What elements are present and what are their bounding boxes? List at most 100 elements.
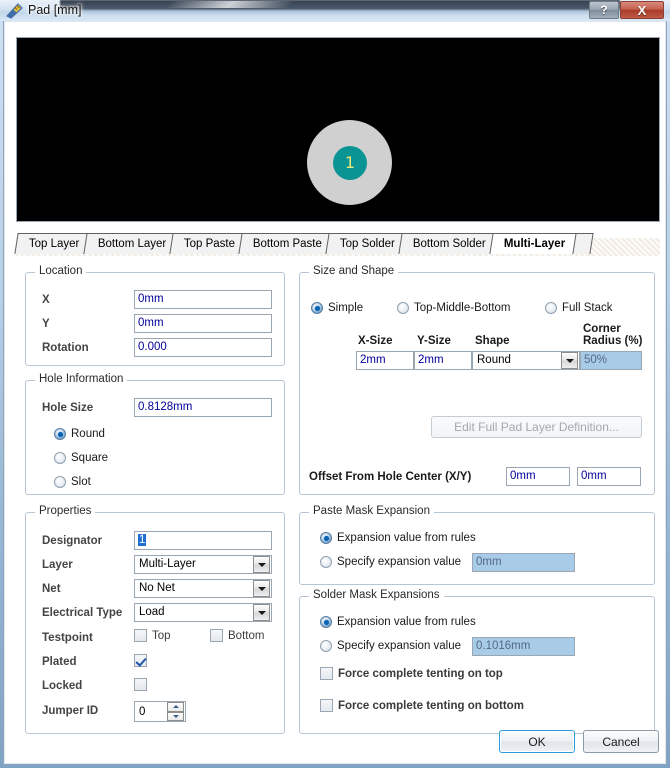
solder-specify-value-radio[interactable]: Specify expansion value xyxy=(320,640,461,652)
hole-shape-square-label: Square xyxy=(71,452,109,464)
corner-radius-column-header-line2: Radius (%) xyxy=(583,335,643,347)
pad-designator-label: 1 xyxy=(344,153,356,172)
solder-specify-value-label: Specify expansion value xyxy=(337,640,462,652)
force-tenting-top-checkbox[interactable]: Force complete tenting on top xyxy=(320,667,503,680)
titlebar-gloss xyxy=(60,0,620,21)
pad-preview[interactable]: 1 xyxy=(16,37,660,222)
paste-from-rules-radio[interactable]: Expansion value from rules xyxy=(320,532,476,544)
radio-dot-icon xyxy=(54,452,66,464)
y-input[interactable]: 0mm xyxy=(134,314,272,333)
radio-dot-icon xyxy=(54,476,66,488)
shape-column-header: Shape xyxy=(475,335,510,347)
chevron-down-icon[interactable] xyxy=(253,604,270,621)
paste-from-rules-label: Expansion value from rules xyxy=(337,532,476,544)
offset-from-hole-center-label: Offset From Hole Center (X/Y) xyxy=(309,471,472,483)
offset-x-input[interactable]: 0mm xyxy=(506,467,570,486)
location-legend: Location xyxy=(35,265,87,277)
electrical-type-select[interactable]: Load xyxy=(134,603,272,622)
x-input[interactable]: 0mm xyxy=(134,290,272,309)
designator-input[interactable]: 1 xyxy=(134,531,272,550)
tab-bottom-solder[interactable]: Bottom Solder xyxy=(398,233,498,254)
radio-dot-icon xyxy=(320,616,332,628)
y-size-input[interactable]: 2mm xyxy=(414,351,472,370)
size-and-shape-group: Size and Shape Simple Top-Middle-Bottom … xyxy=(299,265,655,495)
radio-dot-icon xyxy=(320,640,332,652)
hole-information-group: Hole Information Hole Size 0.8128mm Roun… xyxy=(25,373,285,495)
electrical-type-value: Load xyxy=(139,606,165,618)
tab-label: Bottom Layer xyxy=(97,238,166,250)
shape-value: Round xyxy=(477,354,511,366)
location-group: Location X 0mm Y 0mm Rotation 0.000 xyxy=(25,265,285,366)
layer-select[interactable]: Multi-Layer xyxy=(134,555,272,574)
checkbox-icon xyxy=(210,629,223,642)
dialog-client-area: 1 Top Layer Bottom Layer Top Paste Botto… xyxy=(3,21,667,765)
ok-button[interactable]: OK xyxy=(499,730,575,753)
chevron-down-icon[interactable] xyxy=(253,580,270,597)
solder-from-rules-radio[interactable]: Expansion value from rules xyxy=(320,616,476,628)
stepper-buttons[interactable] xyxy=(167,702,184,721)
hole-shape-round-radio[interactable]: Round xyxy=(54,428,105,440)
cancel-button[interactable]: Cancel xyxy=(583,730,659,753)
pad-ruler-icon xyxy=(6,3,23,19)
corner-radius-column-header-line1: Corner xyxy=(583,323,621,335)
solder-mask-expansions-legend: Solder Mask Expansions xyxy=(309,589,444,601)
radio-dot-icon xyxy=(54,428,66,440)
tab-multi-layer[interactable]: Multi-Layer xyxy=(489,233,577,254)
size-mode-simple-radio[interactable]: Simple xyxy=(311,302,363,314)
chevron-down-icon[interactable] xyxy=(561,352,578,369)
y-label: Y xyxy=(42,318,50,330)
size-and-shape-legend: Size and Shape xyxy=(309,265,399,277)
paste-specify-value-label: Specify expansion value xyxy=(337,556,462,568)
size-mode-top-middle-bottom-radio[interactable]: Top-Middle-Bottom xyxy=(397,302,511,314)
stepper-down-icon[interactable] xyxy=(167,711,184,721)
title-bar: Pad [mm] ? X xyxy=(0,0,670,21)
offset-y-input[interactable]: 0mm xyxy=(577,467,641,486)
checkbox-icon xyxy=(134,654,147,667)
help-button[interactable]: ? xyxy=(589,1,619,19)
paste-expansion-value-input: 0mm xyxy=(472,553,575,572)
paste-mask-expansion-group: Paste Mask Expansion Expansion value fro… xyxy=(299,505,655,585)
x-size-input[interactable]: 2mm xyxy=(356,351,414,370)
net-select[interactable]: No Net xyxy=(134,579,272,598)
layer-label: Layer xyxy=(42,559,73,571)
checkbox-icon xyxy=(134,678,147,691)
hole-size-input[interactable]: 0.8128mm xyxy=(134,398,272,417)
tab-top-solder[interactable]: Top Solder xyxy=(325,233,407,254)
paste-mask-expansion-legend: Paste Mask Expansion xyxy=(309,505,434,517)
testpoint-bottom-checkbox[interactable]: Bottom xyxy=(210,629,264,642)
shape-select[interactable]: Round xyxy=(472,351,580,370)
chevron-down-icon[interactable] xyxy=(253,556,270,573)
tab-bottom-layer[interactable]: Bottom Layer xyxy=(82,233,178,254)
radio-dot-icon xyxy=(320,556,332,568)
force-tenting-bottom-checkbox[interactable]: Force complete tenting on bottom xyxy=(320,699,524,712)
designator-value: 1 xyxy=(138,534,147,546)
paste-specify-value-radio[interactable]: Specify expansion value xyxy=(320,556,461,568)
tab-label: Top Paste xyxy=(183,238,235,250)
size-mode-full-stack-radio[interactable]: Full Stack xyxy=(545,302,613,314)
testpoint-label: Testpoint xyxy=(42,632,93,644)
tab-label: Bottom Paste xyxy=(252,238,322,250)
plated-checkbox[interactable] xyxy=(134,654,152,667)
tab-top-paste[interactable]: Top Paste xyxy=(169,233,247,254)
locked-checkbox[interactable] xyxy=(134,678,152,691)
size-mode-top-middle-bottom-label: Top-Middle-Bottom xyxy=(414,302,511,314)
close-button[interactable]: X xyxy=(620,1,664,19)
checkbox-icon xyxy=(134,629,147,642)
radio-dot-icon xyxy=(311,302,323,314)
hole-shape-square-radio[interactable]: Square xyxy=(54,452,108,464)
hole-shape-slot-label: Slot xyxy=(71,476,91,488)
hole-shape-slot-radio[interactable]: Slot xyxy=(54,476,91,488)
tab-top-layer[interactable]: Top Layer xyxy=(14,233,92,254)
stepper-up-icon[interactable] xyxy=(167,702,184,712)
solder-mask-expansions-group: Solder Mask Expansions Expansion value f… xyxy=(299,589,655,734)
jumper-id-stepper[interactable]: 0 xyxy=(134,701,186,722)
testpoint-top-checkbox[interactable]: Top xyxy=(134,629,171,642)
hole-information-legend: Hole Information xyxy=(35,373,128,385)
radio-dot-icon xyxy=(397,302,409,314)
force-tenting-bottom-label: Force complete tenting on bottom xyxy=(338,699,524,712)
tab-bottom-paste[interactable]: Bottom Paste xyxy=(238,233,334,254)
rotation-input[interactable]: 0.000 xyxy=(134,338,272,357)
dialog-inner: 1 Top Layer Bottom Layer Top Paste Botto… xyxy=(4,21,666,764)
layer-tabs: Top Layer Bottom Layer Top Paste Bottom … xyxy=(14,232,594,254)
size-mode-full-stack-label: Full Stack xyxy=(562,302,613,314)
